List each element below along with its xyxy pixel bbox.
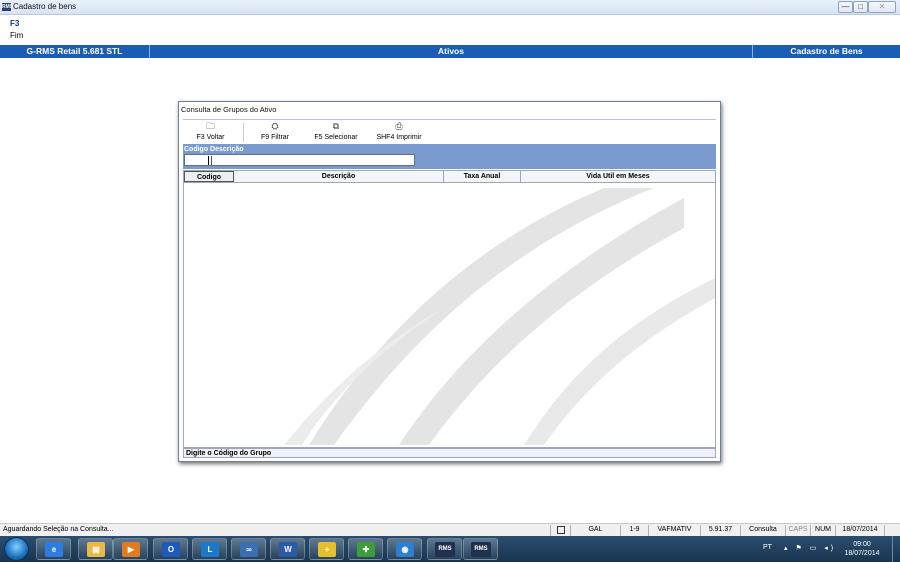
status-mode: Consulta (740, 525, 785, 536)
document-icon (550, 525, 570, 536)
status-date: 18/07/2014 (835, 525, 885, 536)
group-lookup-dialog: Consulta de Grupos do Ativo 🗀 F3 Voltar … (178, 101, 721, 462)
function-key-label: Fim (10, 31, 24, 40)
status-user: GAL (570, 525, 620, 536)
dialog-hint: Digite o Código do Grupo (183, 448, 716, 458)
windows-taskbar: e ▤ ▶ O L ∞ W + ✚ ◉ RMS RMS PT ▴ ⚑ ▭ ◂) 09:00 18/07… (0, 536, 900, 562)
system-tray: PT ▴ ⚑ ▭ ◂) 09:00 18/07/2014 (760, 536, 900, 562)
select-button[interactable]: ⧉ F5 Selecionar (308, 120, 364, 145)
module-name: Ativos (150, 45, 753, 58)
status-branch: 1-9 (620, 525, 648, 536)
printer-icon: ⎙ (395, 121, 403, 131)
text-caret (208, 156, 209, 165)
taskbar-app-app-plus[interactable]: + (309, 538, 344, 560)
column-header-taxa-anual[interactable]: Taxa Anual (444, 171, 521, 182)
clock[interactable]: 09:00 18/07/2014 (842, 540, 882, 558)
taskbar-app-file-explorer[interactable]: ▤ (78, 538, 113, 560)
taskbar-app-lync[interactable]: L (192, 538, 227, 560)
function-key-fim[interactable]: F3 Fim (10, 19, 23, 40)
filter-label: Codigo Descrição (184, 146, 244, 153)
app-green-icon: ✚ (357, 542, 375, 557)
select-button-label: F5 Selecionar (314, 134, 358, 141)
minimize-button[interactable]: — (838, 1, 853, 13)
module-header-strip: G-RMS Retail 5.681 STL Ativos Cadastro d… (0, 45, 900, 58)
filter-bar: Codigo Descrição (183, 144, 716, 169)
status-num: NUM (810, 525, 835, 536)
column-header-vida-util[interactable]: Vida Util em Meses (521, 171, 715, 182)
status-caps: CAPS (785, 525, 810, 536)
taskbar-app-internet-explorer[interactable]: e (36, 538, 71, 560)
maximize-button[interactable]: □ (853, 1, 868, 13)
status-version: 5.91.37 (700, 525, 740, 536)
print-button-label: SHF4 Imprimir (376, 134, 422, 141)
lync-icon: L (201, 542, 219, 557)
show-desktop-button[interactable] (892, 536, 900, 562)
start-button[interactable] (4, 537, 29, 561)
back-button-label: F3 Voltar (196, 134, 225, 141)
status-bar: Aguardando Seleção na Consulta... GAL 1-… (0, 523, 900, 536)
close-button[interactable]: ✕ (868, 1, 896, 13)
select-icon: ⧉ (332, 121, 340, 131)
window-title-bar: RMS Cadastro de bens — □ ✕ (0, 0, 900, 15)
dialog-toolbar: 🗀 F3 Voltar ⛭ F9 Filtrar ⧉ F5 Selecionar… (183, 119, 716, 144)
back-folder-icon: 🗀 (205, 121, 215, 131)
app-icon: RMS (2, 3, 14, 11)
background-watermark (284, 188, 715, 445)
toolbar-divider (243, 123, 244, 142)
dialog-title: Consulta de Grupos do Ativo (181, 105, 277, 114)
function-key-code: F3 (10, 19, 20, 28)
taskbar-app-word[interactable]: W (270, 538, 305, 560)
app-globe-icon: ◉ (396, 542, 414, 557)
taskbar-app-rms-2[interactable]: RMS (463, 538, 498, 560)
rms-1-icon: RMS (435, 542, 455, 557)
app-cd-icon: ∞ (240, 542, 258, 557)
taskbar-app-app-globe[interactable]: ◉ (387, 538, 422, 560)
product-version: G-RMS Retail 5.681 STL (0, 45, 150, 58)
taskbar-app-app-green[interactable]: ✚ (348, 538, 383, 560)
media-player-icon: ▶ (122, 542, 140, 557)
column-header-descricao[interactable]: Descrição (234, 171, 444, 182)
column-header-codigo[interactable]: Codigo (184, 171, 234, 182)
internet-explorer-icon: e (45, 542, 63, 557)
app-plus-icon: + (318, 542, 336, 557)
status-message: Aguardando Seleção na Consulta... (3, 526, 114, 533)
clock-time: 09:00 (853, 541, 871, 548)
field-divider (211, 156, 212, 165)
word-icon: W (279, 542, 297, 557)
screen-name: Cadastro de Bens (790, 46, 863, 56)
taskbar-app-rms-1[interactable]: RMS (427, 538, 462, 560)
taskbar-app-media-player[interactable]: ▶ (113, 538, 148, 560)
filter-button-label: F9 Filtrar (261, 134, 289, 141)
rms-2-icon: RMS (471, 542, 491, 557)
language-indicator[interactable]: PT (763, 544, 772, 551)
print-button[interactable]: ⎙ SHF4 Imprimir (372, 120, 426, 145)
tray-icons[interactable]: ▴ ⚑ ▭ ◂) (784, 544, 836, 552)
code-search-input[interactable] (184, 154, 415, 166)
results-grid[interactable]: Codigo Descrição Taxa Anual Vida Util em… (183, 170, 716, 448)
filter-button[interactable]: ⛭ F9 Filtrar (250, 120, 300, 145)
clock-date: 18/07/2014 (844, 550, 880, 557)
file-explorer-icon: ▤ (87, 542, 105, 557)
binoculars-icon: ⛭ (271, 121, 279, 131)
status-program: VAFMATIV (648, 525, 700, 536)
outlook-icon: O (162, 542, 180, 557)
taskbar-app-outlook[interactable]: O (153, 538, 188, 560)
back-button[interactable]: 🗀 F3 Voltar (183, 120, 238, 145)
window-title: Cadastro de bens (13, 2, 77, 11)
grid-header: Codigo Descrição Taxa Anual Vida Util em… (184, 171, 715, 183)
taskbar-app-app-cd[interactable]: ∞ (231, 538, 266, 560)
